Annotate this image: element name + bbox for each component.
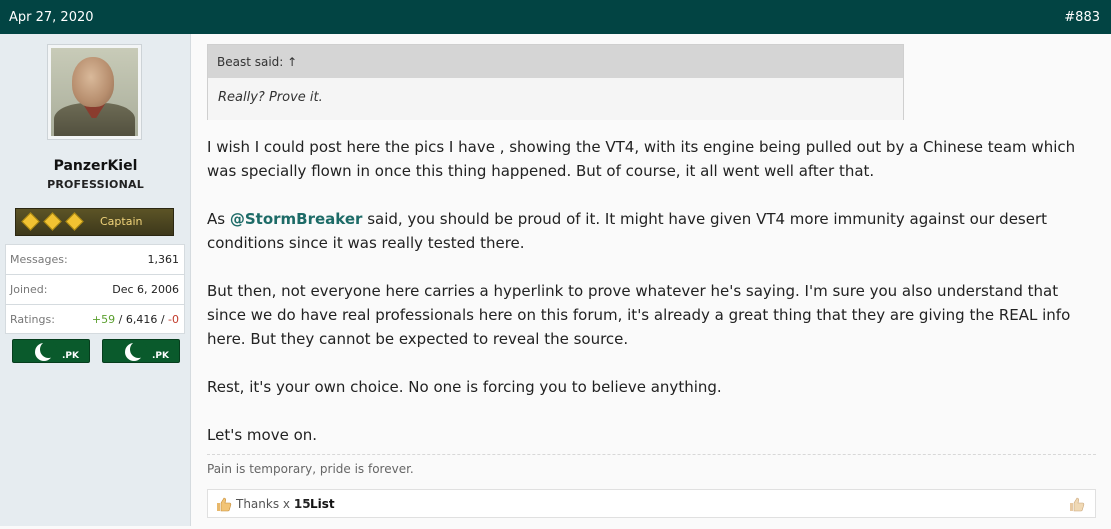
- thanks-summary[interactable]: Thanks x 15: [236, 497, 311, 511]
- crescent-cut: [130, 341, 147, 358]
- stat-ratings: Ratings: +59 / 6,416 / -0: [5, 304, 185, 334]
- crescent-cut: [40, 341, 57, 358]
- ratings-neutral: 6,416: [125, 313, 158, 326]
- user-title: PROFESSIONAL: [47, 178, 144, 191]
- thumbs-up-icon: [217, 497, 232, 512]
- avatar-face: [72, 57, 114, 107]
- ratings-positive: +59: [91, 313, 116, 326]
- user-sidebar: PanzerKiel PROFESSIONAL Captain Messages…: [0, 34, 191, 526]
- post-header: Apr 27, 2020 #883: [0, 0, 1111, 34]
- message-body: I wish I could post here the pics I have…: [207, 135, 1092, 471]
- pakistan-flag-icon: .PK: [12, 339, 90, 363]
- thanks-label: Thanks x: [236, 497, 291, 511]
- stat-key: Joined:: [10, 283, 48, 296]
- rank-diamond-icon: [65, 212, 84, 231]
- ratings-separator: /: [115, 313, 126, 326]
- avatar-image[interactable]: [51, 48, 138, 136]
- reactions-list-link[interactable]: List: [310, 497, 335, 511]
- post-date[interactable]: Apr 27, 2020: [9, 10, 94, 25]
- signature: Pain is temporary, pride is forever.: [207, 462, 414, 476]
- quote-author[interactable]: Beast said:: [217, 55, 283, 69]
- post-number[interactable]: #883: [1064, 10, 1100, 25]
- stat-value: 1,361: [147, 253, 180, 266]
- message-text: As: [207, 210, 230, 228]
- flag-label: .PK: [152, 351, 169, 361]
- pakistan-flag-icon: .PK: [102, 339, 180, 363]
- reactions-bar: Thanks x 15 List: [207, 489, 1096, 518]
- stat-messages: Messages: 1,361: [5, 244, 185, 274]
- ratings-negative: -0: [168, 313, 179, 326]
- message-paragraph: As @StormBreaker said, you should be pro…: [207, 207, 1092, 255]
- username[interactable]: PanzerKiel: [0, 158, 191, 174]
- rank-diamond-icon: [43, 212, 62, 231]
- stat-key: Ratings:: [10, 313, 55, 326]
- rank-label: Captain: [100, 215, 143, 228]
- stat-value: Dec 6, 2006: [112, 283, 179, 296]
- post-content: Beast said: ↑ Really? Prove it. I wish I…: [207, 34, 1097, 526]
- stat-joined: Joined: Dec 6, 2006: [5, 274, 185, 304]
- message-paragraph: I wish I could post here the pics I have…: [207, 138, 1076, 180]
- message-paragraph: Let's move on.: [207, 426, 318, 444]
- quote-text: Really? Prove it.: [208, 78, 903, 120]
- user-mention-link[interactable]: @StormBreaker: [230, 210, 363, 228]
- quote-block: Beast said: ↑ Really? Prove it.: [207, 44, 904, 120]
- signature-divider: [207, 454, 1096, 455]
- flag-label: .PK: [62, 351, 79, 361]
- stat-key: Messages:: [10, 253, 68, 266]
- quote-jump-arrow-icon[interactable]: ↑: [287, 55, 297, 69]
- thanks-count: 15: [293, 497, 311, 511]
- quote-header[interactable]: Beast said: ↑: [208, 45, 903, 78]
- rank-diamond-icon: [21, 212, 40, 231]
- user-stats: Messages: 1,361 Joined: Dec 6, 2006 Rati…: [5, 244, 185, 334]
- message-paragraph: But then, not everyone here carries a hy…: [207, 282, 1071, 348]
- thumbs-up-react-button-icon[interactable]: [1069, 496, 1085, 512]
- rank-banner: Captain: [15, 208, 174, 236]
- ratings-separator: /: [157, 313, 169, 326]
- stat-value: +59 / 6,416 / -0: [92, 313, 179, 326]
- avatar[interactable]: [47, 44, 142, 140]
- message-paragraph: Rest, it's your own choice. No one is fo…: [207, 378, 722, 396]
